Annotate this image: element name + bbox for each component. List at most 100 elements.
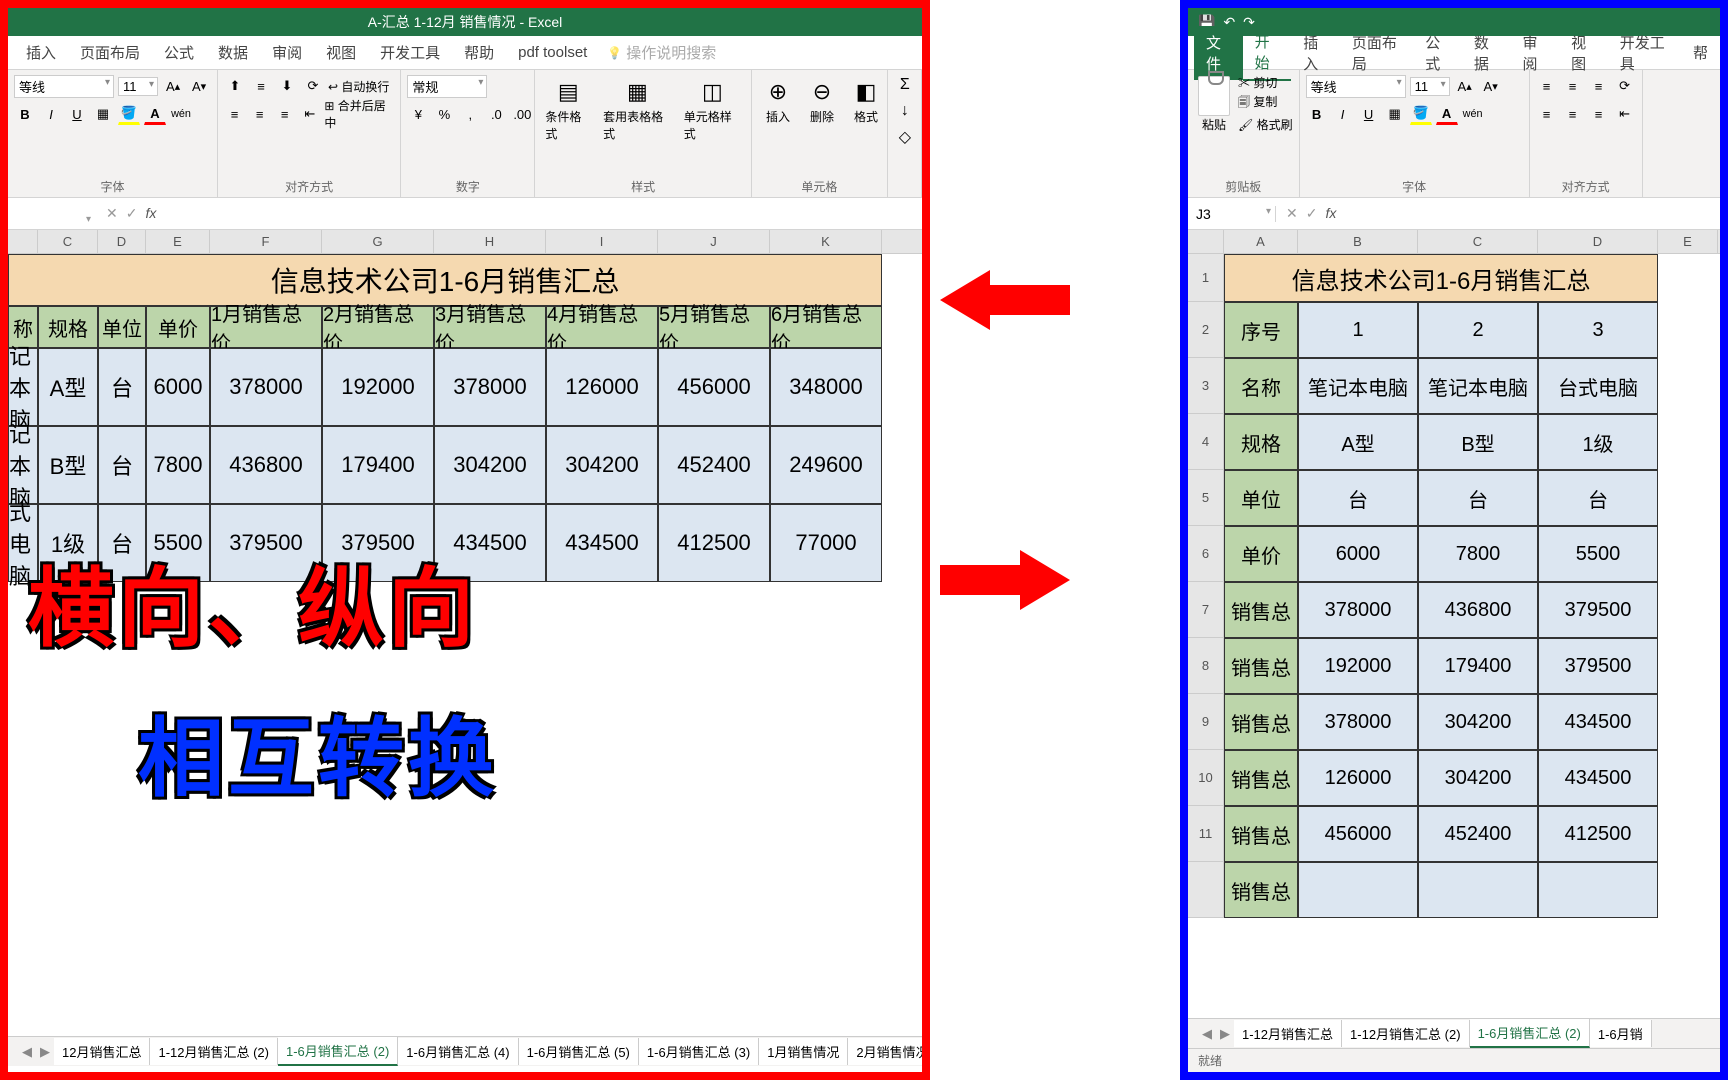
align-mid-icon[interactable]: ≡: [250, 75, 272, 97]
tab-view[interactable]: 视图: [314, 36, 368, 69]
data-cell[interactable]: 笔记本电脑: [1418, 358, 1538, 414]
header-cell[interactable]: 4月销售总价: [546, 306, 658, 348]
bold-button[interactable]: B: [14, 103, 36, 125]
col-h-f[interactable]: F: [210, 230, 322, 253]
data-cell[interactable]: 1: [1298, 302, 1418, 358]
data-cell[interactable]: A型: [1298, 414, 1418, 470]
data-cell[interactable]: 126000: [1298, 750, 1418, 806]
data-cell[interactable]: 436800: [210, 426, 322, 504]
row-header[interactable]: 7: [1188, 582, 1224, 638]
data-cell[interactable]: 304200: [546, 426, 658, 504]
data-cell[interactable]: 2: [1418, 302, 1538, 358]
sheet-nav-prev-r[interactable]: ◀: [1198, 1026, 1216, 1042]
help-search[interactable]: 操作说明搜索: [607, 42, 716, 63]
underline-button[interactable]: U: [66, 103, 88, 125]
row-label-cell[interactable]: 销售总: [1224, 862, 1298, 918]
al-l-r[interactable]: ≡: [1536, 103, 1558, 125]
format-cells-button[interactable]: ◧格式: [846, 74, 886, 127]
cancel-formula-icon[interactable]: ✕: [106, 205, 118, 222]
enter-fx-r[interactable]: ✓: [1306, 205, 1318, 222]
sheet-tab[interactable]: 1-6月销售汇总 (4): [398, 1038, 518, 1065]
data-cell[interactable]: 台: [1538, 470, 1658, 526]
data-cell[interactable]: 77000: [770, 504, 882, 582]
autosum-icon[interactable]: Σ: [894, 74, 916, 96]
data-cell[interactable]: 5500: [1538, 526, 1658, 582]
row-header[interactable]: 8: [1188, 638, 1224, 694]
italic-button[interactable]: I: [40, 103, 62, 125]
align-bot-icon[interactable]: ⬇: [276, 75, 298, 97]
sheet-tab[interactable]: 2月销售情况: [848, 1038, 922, 1065]
copy-button[interactable]: 🗐 复制: [1238, 93, 1293, 114]
header-cell[interactable]: 单价: [146, 306, 210, 348]
border-r[interactable]: ▦: [1384, 103, 1406, 125]
data-cell[interactable]: 434500: [1538, 694, 1658, 750]
row-label-cell[interactable]: 单位: [1224, 470, 1298, 526]
data-cell[interactable]: B型: [38, 426, 98, 504]
data-cell[interactable]: 记本脑: [8, 348, 38, 426]
fill-color-button[interactable]: 🪣: [118, 103, 140, 125]
row-header[interactable]: 3: [1188, 358, 1224, 414]
align-t-r[interactable]: ≡: [1536, 75, 1558, 97]
name-box-right[interactable]: J3: [1188, 206, 1276, 222]
col-c-r[interactable]: C: [1418, 230, 1538, 253]
paste-button[interactable]: 粘贴: [1194, 74, 1234, 135]
table-title-right[interactable]: 信息技术公司1-6月销售汇总: [1224, 254, 1658, 302]
data-cell[interactable]: 3: [1538, 302, 1658, 358]
data-cell[interactable]: [1298, 862, 1418, 918]
brush-button[interactable]: 🖌 格式刷: [1238, 116, 1293, 133]
data-cell[interactable]: B型: [1418, 414, 1538, 470]
ribbon-tab[interactable]: 帮: [1681, 36, 1720, 69]
wrap-button[interactable]: ↩ 自动换行: [328, 78, 389, 95]
bold-r[interactable]: B: [1306, 103, 1328, 125]
col-e-r[interactable]: E: [1658, 230, 1718, 253]
data-cell[interactable]: 台: [98, 426, 146, 504]
align-m-r[interactable]: ≡: [1562, 75, 1584, 97]
row-header[interactable]: 2: [1188, 302, 1224, 358]
header-cell[interactable]: 2月销售总价: [322, 306, 434, 348]
dec-decimal-icon[interactable]: .00: [511, 103, 533, 125]
data-cell[interactable]: 笔记本电脑: [1298, 358, 1418, 414]
sheet-tab[interactable]: 1月销售情况: [759, 1038, 848, 1065]
col-d-r[interactable]: D: [1538, 230, 1658, 253]
data-cell[interactable]: 378000: [1298, 694, 1418, 750]
row-header[interactable]: 6: [1188, 526, 1224, 582]
align-left-icon[interactable]: ≡: [224, 103, 245, 125]
al-c-r[interactable]: ≡: [1562, 103, 1584, 125]
row-1-header[interactable]: 1: [1188, 254, 1224, 302]
font-color-button[interactable]: A: [144, 103, 166, 125]
data-cell[interactable]: 台式电脑: [1538, 358, 1658, 414]
data-cell[interactable]: 378000: [434, 348, 546, 426]
data-cell[interactable]: 台: [1298, 470, 1418, 526]
tab-devtools[interactable]: 开发工具: [368, 36, 452, 69]
data-cell[interactable]: 1级: [1538, 414, 1658, 470]
col-h-h[interactable]: H: [434, 230, 546, 253]
cancel-fx-r[interactable]: ✕: [1286, 205, 1298, 222]
col-h-d[interactable]: D: [98, 230, 146, 253]
font-size-select[interactable]: 11: [118, 77, 158, 96]
data-cell[interactable]: 412500: [658, 504, 770, 582]
align-right-icon[interactable]: ≡: [274, 103, 295, 125]
align-top-icon[interactable]: ⬆: [224, 75, 246, 97]
data-cell[interactable]: 434500: [546, 504, 658, 582]
table-format-button[interactable]: ▦套用表格格式: [599, 74, 676, 144]
data-cell[interactable]: 249600: [770, 426, 882, 504]
data-cell[interactable]: 7800: [1418, 526, 1538, 582]
row-header[interactable]: 5: [1188, 470, 1224, 526]
sheet-tab[interactable]: 1-12月销售汇总: [1234, 1020, 1342, 1047]
data-cell[interactable]: 378000: [1298, 582, 1418, 638]
row-label-cell[interactable]: 销售总: [1224, 750, 1298, 806]
data-cell[interactable]: 192000: [1298, 638, 1418, 694]
tab-help[interactable]: 帮助: [452, 36, 506, 69]
data-cell[interactable]: 7800: [146, 426, 210, 504]
col-h-blank[interactable]: [8, 230, 38, 253]
row-label-cell[interactable]: 销售总: [1224, 806, 1298, 862]
decrease-font-icon[interactable]: A▾: [188, 75, 210, 97]
data-cell[interactable]: 456000: [1298, 806, 1418, 862]
col-h-c[interactable]: C: [38, 230, 98, 253]
number-format-select[interactable]: 常规: [407, 75, 487, 98]
col-b-r[interactable]: B: [1298, 230, 1418, 253]
sheet-tab[interactable]: 1-6月销售汇总 (5): [519, 1038, 639, 1065]
sheet-tab[interactable]: 1-12月销售汇总 (2): [150, 1038, 278, 1065]
sheet-tab[interactable]: 1-12月销售汇总 (2): [1342, 1020, 1470, 1047]
clear-icon[interactable]: ◇: [894, 126, 916, 148]
